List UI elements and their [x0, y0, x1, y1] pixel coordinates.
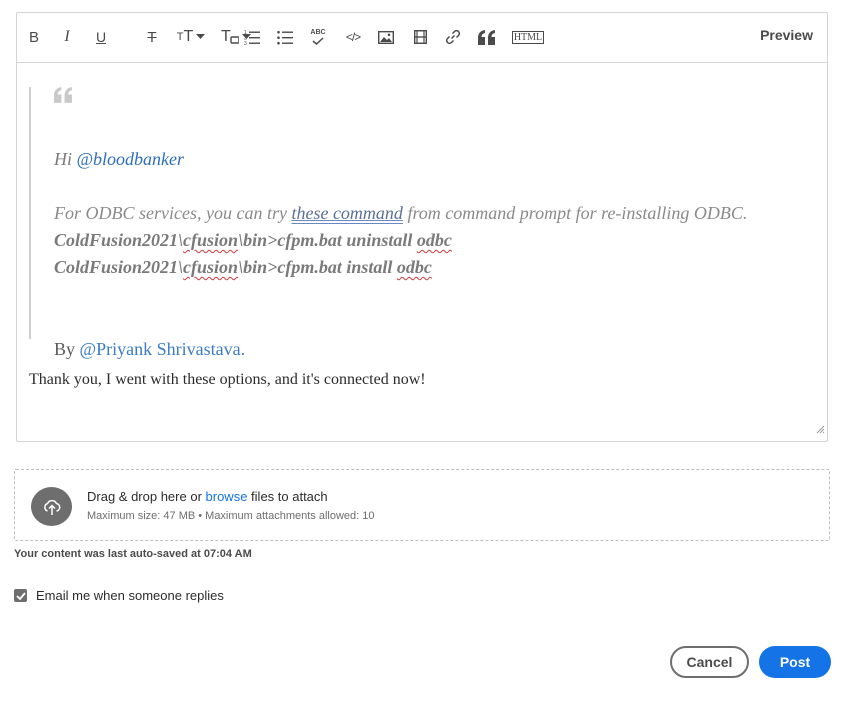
cmd1-part-d: odbc — [416, 230, 452, 250]
bold-icon[interactable]: B — [25, 25, 43, 49]
quote-odbc-line: For ODBC services, you can try these com… — [54, 203, 747, 224]
cloud-upload-icon — [43, 499, 60, 515]
image-icon[interactable] — [377, 25, 395, 49]
cmd1-part-b: cfusion — [183, 230, 239, 250]
editor-toolbar: B I U T T T T 1 2 3 ABC </> HTML Preview — [17, 13, 827, 63]
cancel-button[interactable]: Cancel — [670, 646, 749, 678]
blockquote: Hi @bloodbanker For ODBC services, you c… — [29, 87, 821, 359]
font-size-icon[interactable]: T T — [176, 25, 206, 49]
quote-icon[interactable] — [477, 25, 497, 49]
cmd1-part-a: ColdFusion2021\ — [54, 230, 184, 250]
editor-content[interactable]: Hi @bloodbanker For ODBC services, you c… — [17, 63, 827, 441]
video-icon[interactable] — [411, 25, 429, 49]
checkmark-icon — [15, 591, 26, 600]
greeting-text: Hi — [54, 149, 77, 169]
chevron-down-icon — [196, 34, 206, 39]
quote-greeting: Hi @bloodbanker — [54, 149, 184, 170]
cmd1-part-c: \bin>cfpm.bat uninstall — [238, 230, 417, 250]
attach-text-after: files to attach — [247, 489, 328, 504]
odbc-text-after: from command prompt for re-installing OD… — [402, 203, 748, 223]
cmd2-part-a: ColdFusion2021\ — [54, 257, 184, 277]
eraser-icon — [230, 36, 240, 44]
strikethrough-icon[interactable]: T — [143, 25, 161, 49]
mention-bloodbanker[interactable]: @bloodbanker — [77, 149, 185, 169]
html-icon[interactable]: HTML — [510, 25, 546, 49]
cmd2-part-d: odbc — [396, 257, 432, 277]
mention-priyank[interactable]: @Priyank Shrivastava. — [80, 339, 246, 359]
cmd2-part-b: cfusion — [183, 257, 239, 277]
svg-text:3: 3 — [244, 41, 247, 45]
attach-limits: Maximum size: 47 MB • Maximum attachment… — [87, 510, 375, 522]
quote-attribution: By @Priyank Shrivastava. — [54, 339, 245, 360]
these-command-link[interactable]: these command — [291, 203, 402, 223]
underline-icon[interactable]: U — [92, 25, 110, 49]
command-line-uninstall: ColdFusion2021\cfusion\bin>cfpm.bat unin… — [54, 230, 452, 251]
attach-text-before: Drag & drop here or — [87, 489, 206, 504]
attach-instructions: Drag & drop here or browse files to atta… — [87, 489, 328, 504]
post-button[interactable]: Post — [759, 646, 831, 678]
autosave-status: Your content was last auto-saved at 07:0… — [14, 548, 252, 560]
reply-text: Thank you, I went with these options, an… — [29, 371, 426, 388]
rich-text-editor: B I U T T T T 1 2 3 ABC </> HTML Preview… — [16, 12, 828, 442]
email-notify-checkbox[interactable] — [14, 589, 27, 602]
preview-button[interactable]: Preview — [760, 27, 813, 43]
numbered-list-icon[interactable]: 1 2 3 — [243, 25, 261, 49]
email-notify-label[interactable]: Email me when someone replies — [36, 588, 224, 603]
code-icon[interactable]: </> — [343, 25, 363, 49]
italic-icon[interactable]: I — [59, 25, 75, 49]
link-icon[interactable] — [444, 25, 462, 49]
bulleted-list-icon[interactable] — [276, 25, 294, 49]
browse-link[interactable]: browse — [206, 489, 248, 504]
command-line-install: ColdFusion2021\cfusion\bin>cfpm.bat inst… — [54, 257, 432, 278]
upload-button[interactable] — [31, 487, 72, 526]
quote-mark-icon — [54, 87, 73, 108]
odbc-text-before: For ODBC services, you can try — [54, 203, 292, 223]
attachment-dropzone[interactable]: Drag & drop here or browse files to atta… — [14, 469, 830, 541]
cmd2-part-c: \bin>cfpm.bat install — [238, 257, 397, 277]
spellcheck-icon[interactable]: ABC — [309, 25, 327, 49]
resize-handle-icon[interactable] — [816, 421, 825, 439]
attribution-prefix: By — [54, 339, 80, 359]
